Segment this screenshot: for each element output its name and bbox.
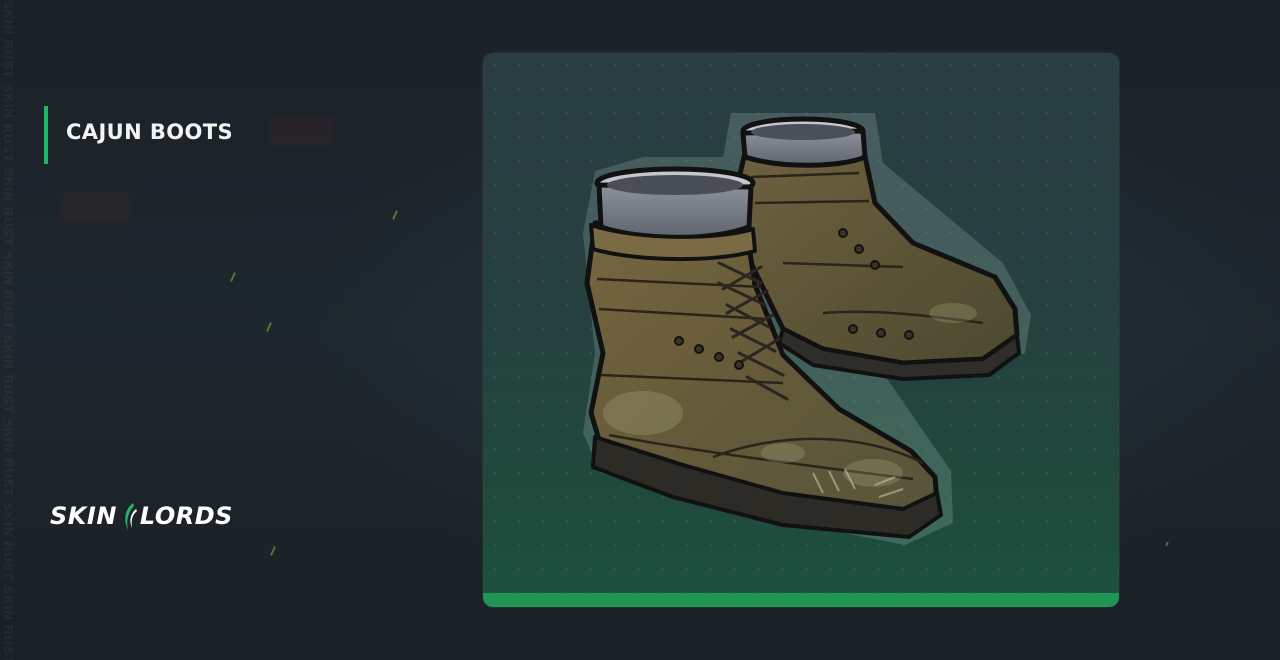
skinlords-logo: SKIN LORDS (50, 500, 233, 532)
boots-icon (583, 113, 1031, 545)
watermark-text: SKIN RUST SKIN RUST SKIN RUST SKIN RUST … (2, 0, 16, 660)
logo-text-skin: SKIN (50, 502, 117, 530)
side-watermark: SKIN RUST SKIN RUST SKIN RUST SKIN RUST … (2, 0, 20, 660)
item-preview-card (483, 53, 1119, 607)
card-bottom-bar (483, 593, 1119, 607)
item-title: CAJUN BOOTS (66, 120, 233, 144)
logo-text-lords: LORDS (139, 502, 233, 530)
claw-mark-icon (125, 503, 137, 530)
blurred-badge (270, 116, 334, 146)
blurred-tag (62, 192, 130, 222)
title-accent-bar (44, 106, 48, 164)
